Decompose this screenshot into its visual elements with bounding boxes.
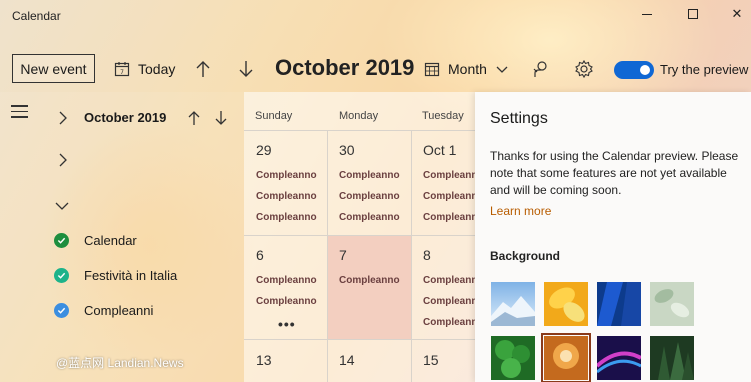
calendar-item-label: Compleanni bbox=[84, 302, 154, 318]
day-header: Monday bbox=[339, 110, 379, 122]
date-number[interactable]: 6 bbox=[256, 247, 264, 263]
toggle-knob bbox=[640, 65, 650, 75]
grid-divider bbox=[244, 339, 475, 340]
event-item[interactable]: Compleanno bbox=[256, 275, 336, 286]
background-thumb-blue-building[interactable] bbox=[597, 282, 641, 326]
chevron-right-icon[interactable] bbox=[56, 153, 70, 167]
calendar-today-icon: 7 bbox=[114, 62, 130, 77]
background-thumb-pale-leaves[interactable] bbox=[650, 282, 694, 326]
date-number[interactable]: 29 bbox=[256, 142, 272, 158]
date-number[interactable]: 13 bbox=[256, 352, 272, 368]
arrow-up-icon bbox=[196, 61, 210, 77]
background-thumb-mountain[interactable] bbox=[491, 282, 535, 326]
grid-divider bbox=[244, 130, 475, 131]
feedback-button[interactable] bbox=[531, 59, 551, 79]
calendar-item-compleanni[interactable]: Compleanni bbox=[54, 300, 153, 320]
mini-calendar-title: October 2019 bbox=[84, 110, 167, 125]
event-item[interactable]: Compleanno bbox=[339, 191, 419, 202]
checkbox-checked-icon[interactable] bbox=[54, 302, 69, 318]
event-item[interactable]: Compleanno bbox=[423, 317, 475, 328]
background-thumb-orange-flower[interactable] bbox=[541, 333, 591, 382]
feedback-icon bbox=[533, 61, 547, 77]
calendar-item-calendar[interactable]: Calendar bbox=[54, 230, 137, 250]
watermark-text: @蓝点网 Landian.News bbox=[56, 356, 184, 370]
event-item[interactable]: Compleanno bbox=[256, 170, 336, 181]
checkbox-checked-icon[interactable] bbox=[54, 267, 69, 283]
chevron-down-icon[interactable] bbox=[55, 199, 69, 213]
arrow-down-icon bbox=[239, 61, 253, 77]
date-number[interactable]: 30 bbox=[339, 142, 355, 158]
grid-divider bbox=[244, 235, 475, 236]
gear-icon bbox=[575, 59, 593, 79]
hamburger-line bbox=[11, 105, 28, 107]
minimize-icon bbox=[642, 13, 652, 15]
date-number[interactable]: 14 bbox=[339, 352, 355, 368]
event-item[interactable]: Compleanno bbox=[256, 191, 336, 202]
current-month-title: October 2019 bbox=[275, 55, 415, 80]
svg-text:7: 7 bbox=[120, 69, 124, 76]
watermark: @蓝点网 Landian.News bbox=[56, 354, 184, 371]
event-item[interactable]: Compleanno bbox=[339, 170, 419, 181]
event-item[interactable]: Compleanno bbox=[256, 296, 336, 307]
previous-month-button[interactable] bbox=[192, 58, 214, 80]
grid-divider bbox=[327, 130, 328, 382]
checkbox-checked-icon[interactable] bbox=[54, 232, 69, 248]
grid-divider bbox=[411, 130, 412, 382]
day-header: Tuesday bbox=[422, 110, 464, 122]
hamburger-line bbox=[11, 110, 28, 112]
event-item[interactable]: Compleanno bbox=[423, 191, 475, 202]
next-month-button[interactable] bbox=[235, 58, 257, 80]
hamburger-menu-button[interactable] bbox=[11, 105, 28, 118]
settings-button[interactable] bbox=[574, 59, 594, 79]
preview-toggle[interactable] bbox=[614, 61, 654, 79]
calendar-item-label: Festività in Italia bbox=[84, 267, 178, 283]
new-event-button[interactable]: New event bbox=[12, 54, 95, 83]
chevron-down-icon bbox=[496, 66, 508, 73]
background-thumb-green-clover[interactable] bbox=[491, 336, 535, 380]
date-number[interactable]: 7 bbox=[339, 247, 347, 263]
maximize-icon bbox=[688, 9, 698, 19]
background-label: Background bbox=[490, 249, 561, 263]
settings-title: Settings bbox=[490, 110, 548, 127]
event-item[interactable]: Compleanno bbox=[339, 212, 419, 223]
month-grid-icon bbox=[424, 62, 440, 77]
event-item[interactable]: Compleanno bbox=[423, 212, 475, 223]
view-selector[interactable]: Month bbox=[424, 58, 509, 80]
today-label: Today bbox=[138, 61, 176, 77]
close-button[interactable]: ✕ bbox=[714, 3, 751, 25]
mini-prev-arrow-icon[interactable] bbox=[187, 110, 201, 126]
today-button[interactable]: 7 Today bbox=[114, 58, 175, 80]
minimize-button[interactable] bbox=[624, 3, 670, 25]
learn-more-link[interactable]: Learn more bbox=[490, 204, 551, 218]
event-item[interactable]: Compleanno bbox=[256, 212, 336, 223]
event-item[interactable]: Compleanno bbox=[423, 275, 475, 286]
app-title: Calendar bbox=[12, 9, 61, 23]
background-thumb-yellow-leaves[interactable] bbox=[544, 282, 588, 326]
event-item[interactable]: Compleanno bbox=[423, 170, 475, 181]
date-number[interactable]: Oct 1 bbox=[423, 142, 456, 158]
hamburger-line bbox=[11, 116, 28, 118]
view-label: Month bbox=[448, 61, 487, 77]
settings-description: Thanks for using the Calendar preview. P… bbox=[490, 149, 739, 197]
event-item[interactable]: Compleanno bbox=[423, 296, 475, 307]
more-events-button[interactable]: ••• bbox=[278, 316, 296, 332]
event-item[interactable]: Compleanno bbox=[339, 275, 419, 286]
close-icon: ✕ bbox=[731, 6, 743, 21]
date-number[interactable]: 15 bbox=[423, 352, 439, 368]
mini-next-arrow-icon[interactable] bbox=[214, 110, 228, 126]
day-header: Sunday bbox=[255, 110, 293, 122]
calendar-item-festivita[interactable]: Festività in Italia bbox=[54, 265, 177, 285]
date-number[interactable]: 8 bbox=[423, 247, 431, 263]
background-thumb-forest[interactable] bbox=[650, 336, 694, 380]
maximize-button[interactable] bbox=[670, 3, 716, 25]
chevron-right-icon[interactable] bbox=[56, 111, 70, 125]
preview-label: Try the preview bbox=[660, 62, 749, 77]
background-thumb-purple-lights[interactable] bbox=[597, 336, 641, 380]
calendar-item-label: Calendar bbox=[84, 232, 137, 248]
